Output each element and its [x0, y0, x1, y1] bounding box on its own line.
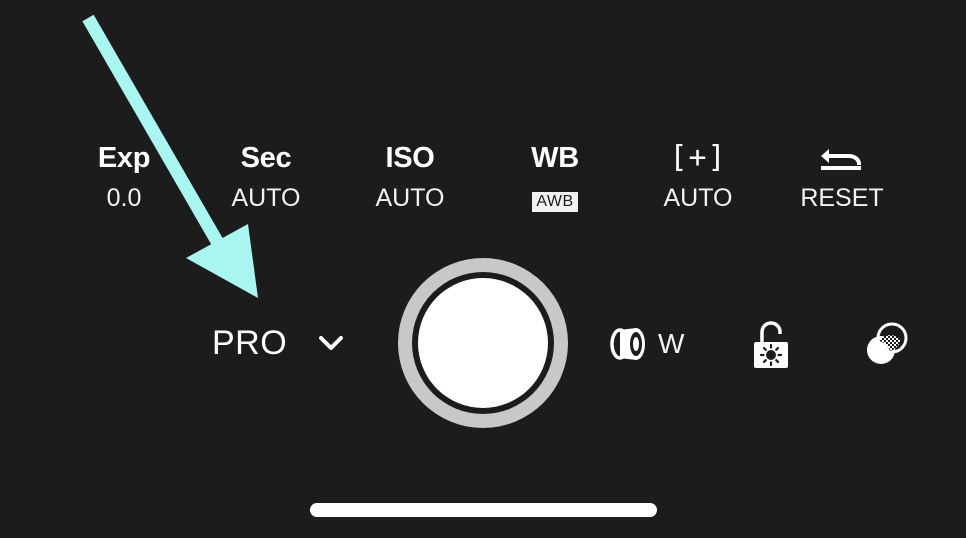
shutter-button[interactable]	[398, 258, 568, 428]
white-balance-control[interactable]: WB AWB	[485, 138, 625, 228]
shutter-speed-value: AUTO	[231, 184, 301, 212]
reset-label: RESET	[800, 184, 884, 212]
filter-overlay-icon[interactable]	[862, 320, 912, 368]
exposure-value: 0.0	[106, 184, 142, 212]
focus-title: [+]	[669, 140, 727, 175]
reset-undo-icon	[772, 138, 912, 178]
lens-label: W	[658, 328, 685, 359]
iso-value: AUTO	[375, 184, 445, 212]
exposure-control[interactable]: Exp 0.0	[54, 138, 194, 228]
shutter-core	[418, 278, 548, 408]
shutter-speed-title: Sec	[240, 142, 292, 174]
white-balance-title: WB	[531, 142, 579, 174]
iso-control[interactable]: ISO AUTO	[340, 138, 480, 228]
white-balance-value: AWB	[532, 192, 578, 212]
camera-pro-screen: Exp 0.0 Sec AUTO ISO AUTO WB AWB [+] AUT…	[0, 0, 966, 538]
lens-icon	[606, 322, 654, 371]
exposure-title: Exp	[97, 142, 151, 174]
chevron-down-icon[interactable]	[316, 330, 346, 356]
reset-control[interactable]: RESET	[772, 138, 912, 228]
mode-selector-label[interactable]: PRO	[212, 322, 287, 364]
shutter-speed-control[interactable]: Sec AUTO	[196, 138, 336, 228]
white-balance-value-wrap: AWB	[485, 178, 625, 218]
lens-switch-button[interactable]: W	[606, 322, 690, 366]
focus-control[interactable]: [+] AUTO	[628, 138, 768, 228]
focus-value: AUTO	[663, 184, 733, 212]
iso-title: ISO	[385, 142, 435, 174]
home-indicator[interactable]	[310, 503, 657, 517]
unlocked-exposure-lock-icon[interactable]	[748, 320, 794, 370]
